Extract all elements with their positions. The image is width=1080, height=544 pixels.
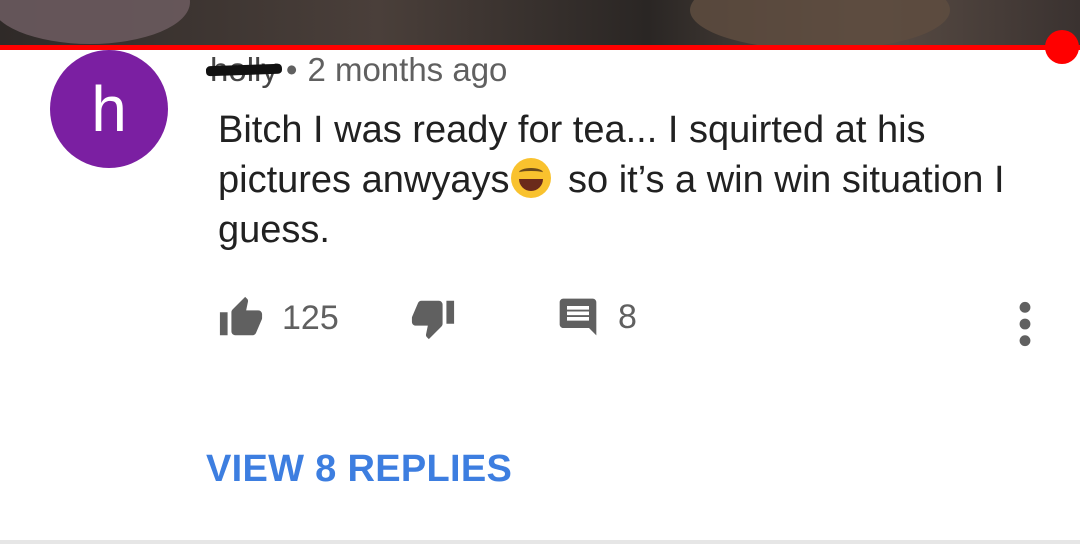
reply-count: 8 bbox=[618, 297, 637, 336]
video-frame bbox=[0, 0, 1080, 46]
thumbs-down-icon bbox=[411, 300, 455, 340]
more-options-button[interactable] bbox=[1010, 299, 1040, 349]
dislike-button[interactable] bbox=[410, 295, 456, 341]
video-shape bbox=[690, 0, 950, 46]
divider bbox=[0, 540, 1080, 544]
avatar-letter: h bbox=[91, 73, 127, 145]
video-progress-bar[interactable] bbox=[0, 45, 1080, 50]
tears-of-joy-emoji-icon bbox=[511, 158, 552, 198]
reply-button[interactable]: 8 bbox=[556, 295, 637, 339]
progress-scrubber-handle[interactable] bbox=[1045, 30, 1079, 64]
avatar[interactable]: h bbox=[50, 50, 168, 168]
meta-separator: • bbox=[285, 51, 298, 88]
comment-icon bbox=[559, 298, 597, 336]
comment-meta: holly • 2 months ago bbox=[205, 50, 507, 90]
comment-timestamp[interactable]: 2 months ago bbox=[307, 51, 507, 89]
author-name[interactable]: holly bbox=[205, 51, 283, 89]
comment-actions: 125 8 bbox=[0, 295, 1080, 355]
video-shape bbox=[0, 0, 190, 44]
thumbs-up-icon bbox=[219, 296, 263, 336]
more-vert-icon bbox=[1019, 301, 1031, 347]
like-button[interactable]: 125 bbox=[218, 295, 339, 341]
comment-body: Bitch I was ready for tea... I squirted … bbox=[218, 105, 1018, 255]
like-count: 125 bbox=[282, 298, 339, 337]
view-replies-link[interactable]: VIEW 8 REPLIES bbox=[206, 448, 512, 491]
